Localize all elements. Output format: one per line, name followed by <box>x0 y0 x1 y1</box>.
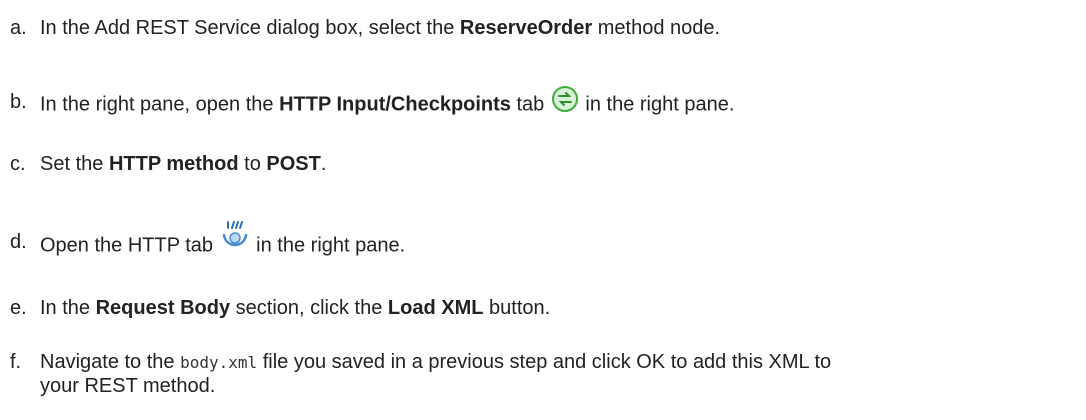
reserve-order-label: ReserveOrder <box>459 17 593 39</box>
request-body-label: Request Body <box>95 297 231 319</box>
post-label: POST <box>266 153 321 175</box>
step-text: In the Request Body section, click the L… <box>40 297 551 319</box>
body-xml-filename: body.xml <box>180 353 258 372</box>
step-text: In the Add REST Service dialog box, sele… <box>40 17 721 39</box>
step-text: your REST method. <box>40 375 216 397</box>
step-letter: b. <box>10 91 27 113</box>
http-input-checkpoints-label: HTTP Input/Checkpoints <box>279 93 511 116</box>
step-letter: f. <box>10 351 22 373</box>
step-letter: a. <box>10 17 27 39</box>
step-letter: e. <box>10 297 27 319</box>
step-text: Navigate to the body.xml file you saved … <box>40 351 832 373</box>
step-letter: c. <box>10 153 26 175</box>
step-letter: d. <box>10 231 27 253</box>
load-xml-label: Load XML <box>387 297 484 319</box>
step-text: In the right pane, open the HTTP Input/C… <box>40 86 734 120</box>
http-tab-icon <box>219 220 251 252</box>
http-input-checkpoints-tab-icon <box>550 84 580 114</box>
http-method-label: HTTP method <box>108 153 239 175</box>
step-text: Open the HTTP tab in the right pane. <box>40 221 405 262</box>
step-text: Set the HTTP method to POST. <box>40 153 327 175</box>
